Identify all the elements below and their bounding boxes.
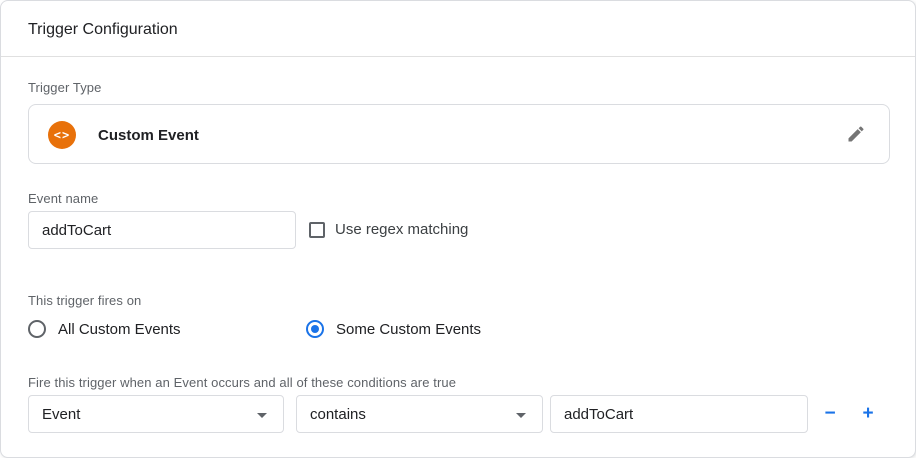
radio-some-custom-events[interactable]: Some Custom Events <box>306 320 481 338</box>
radio-icon <box>28 320 46 338</box>
pencil-icon <box>846 124 866 147</box>
checkbox-icon <box>309 222 325 238</box>
custom-event-icon: <> <box>48 121 76 149</box>
event-name-input[interactable] <box>28 211 296 249</box>
condition-value-input[interactable] <box>550 395 808 433</box>
trigger-configuration-panel: Trigger Configuration Trigger Type <> Cu… <box>0 0 916 458</box>
condition-operator-value: contains <box>310 406 366 423</box>
trigger-type-value: Custom Event <box>98 127 199 144</box>
conditions-label: Fire this trigger when an Event occurs a… <box>28 375 456 390</box>
panel-header: Trigger Configuration <box>1 1 915 57</box>
fires-on-options: All Custom Events Some Custom Events <box>28 320 888 342</box>
trigger-type-label: Trigger Type <box>28 80 101 95</box>
regex-matching-label: Use regex matching <box>335 221 468 238</box>
regex-matching-option[interactable]: Use regex matching <box>309 221 468 238</box>
trigger-type-card: <> Custom Event <box>28 104 890 164</box>
event-name-label: Event name <box>28 191 98 206</box>
fires-on-label: This trigger fires on <box>28 293 141 308</box>
page-title: Trigger Configuration <box>28 21 178 39</box>
condition-variable-value: Event <box>42 406 80 423</box>
radio-all-custom-events[interactable]: All Custom Events <box>28 320 181 338</box>
remove-condition-button[interactable]: − <box>815 399 845 429</box>
condition-variable-select[interactable]: Event <box>28 395 284 433</box>
add-condition-button[interactable]: + <box>853 399 883 429</box>
condition-row: Event contains − + <box>1 395 915 433</box>
edit-trigger-type-button[interactable] <box>836 115 876 155</box>
radio-icon <box>306 320 324 338</box>
condition-operator-select[interactable]: contains <box>296 395 543 433</box>
